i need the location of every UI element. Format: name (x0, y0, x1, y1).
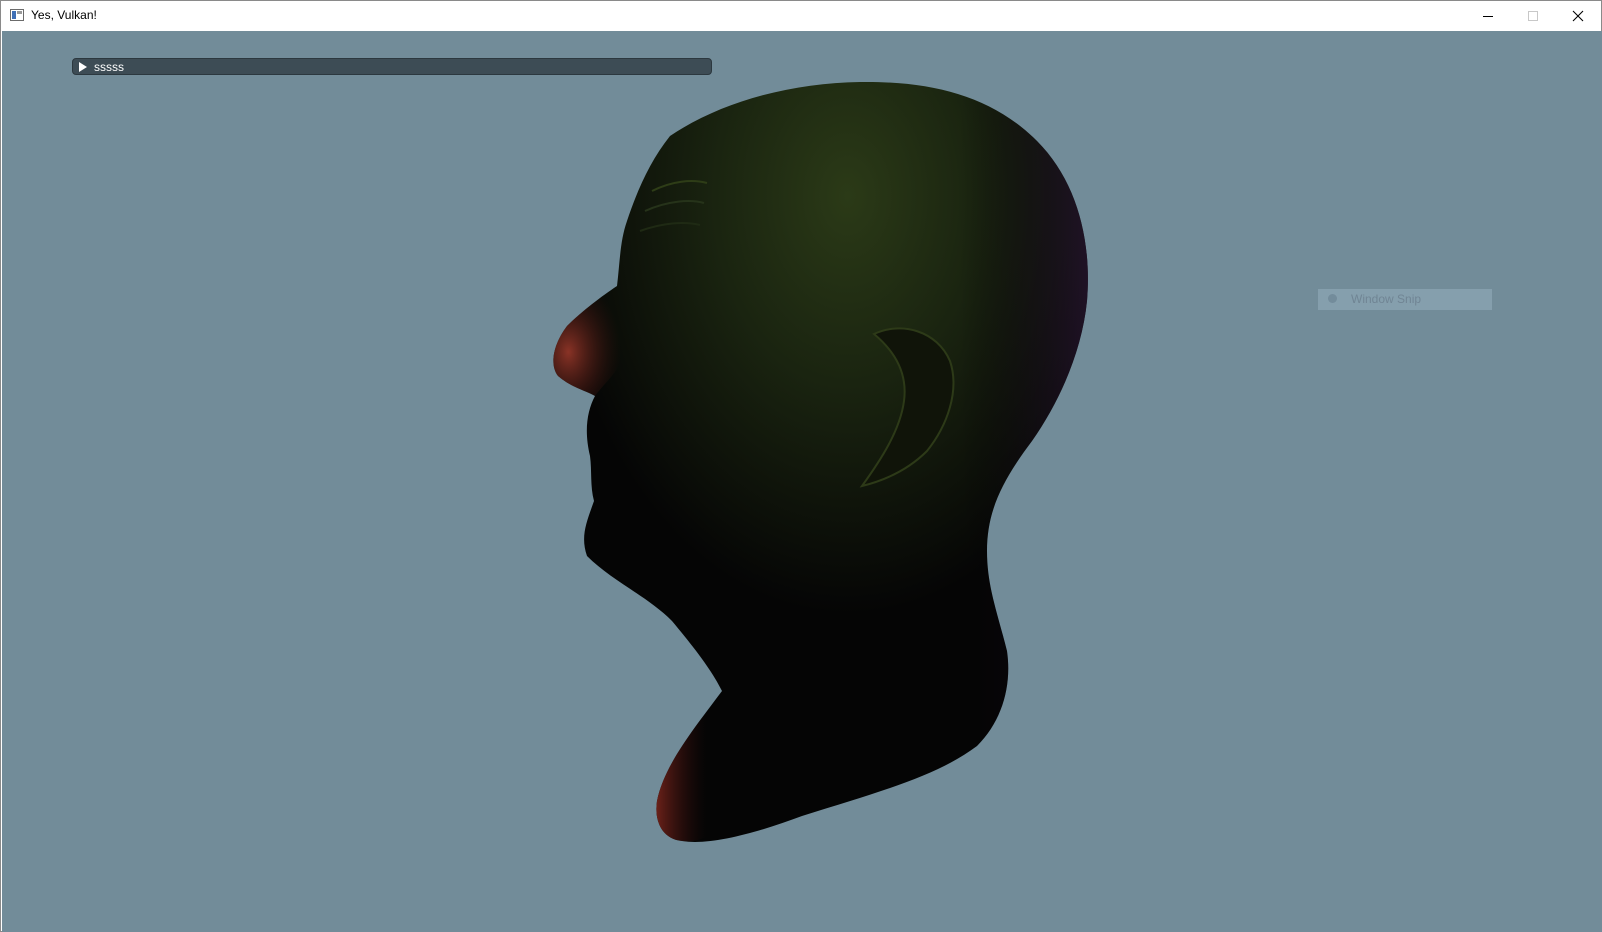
minimize-icon (1483, 16, 1493, 17)
maximize-icon (1528, 11, 1538, 21)
collapsed-arrow-icon (79, 62, 87, 72)
app-window-icon (10, 9, 24, 21)
window-title: Yes, Vulkan! (31, 8, 97, 22)
imgui-collapsing-header[interactable]: sssss (72, 58, 712, 75)
window-snip-overlay[interactable]: Window Snip (1318, 289, 1492, 310)
close-icon (1572, 10, 1584, 22)
snip-label: Window Snip (1351, 292, 1422, 306)
maximize-button[interactable] (1510, 1, 1556, 31)
app-window: Yes, Vulkan! sssss Window Snip (0, 0, 1602, 932)
close-button[interactable] (1555, 1, 1601, 31)
snip-dot-icon (1328, 294, 1337, 303)
title-bar[interactable]: Yes, Vulkan! (1, 1, 1601, 31)
render-viewport[interactable]: sssss Window Snip (2, 31, 1602, 932)
head-mesh (553, 81, 1088, 842)
minimize-button[interactable] (1465, 1, 1511, 31)
imgui-header-label: sssss (94, 60, 124, 74)
